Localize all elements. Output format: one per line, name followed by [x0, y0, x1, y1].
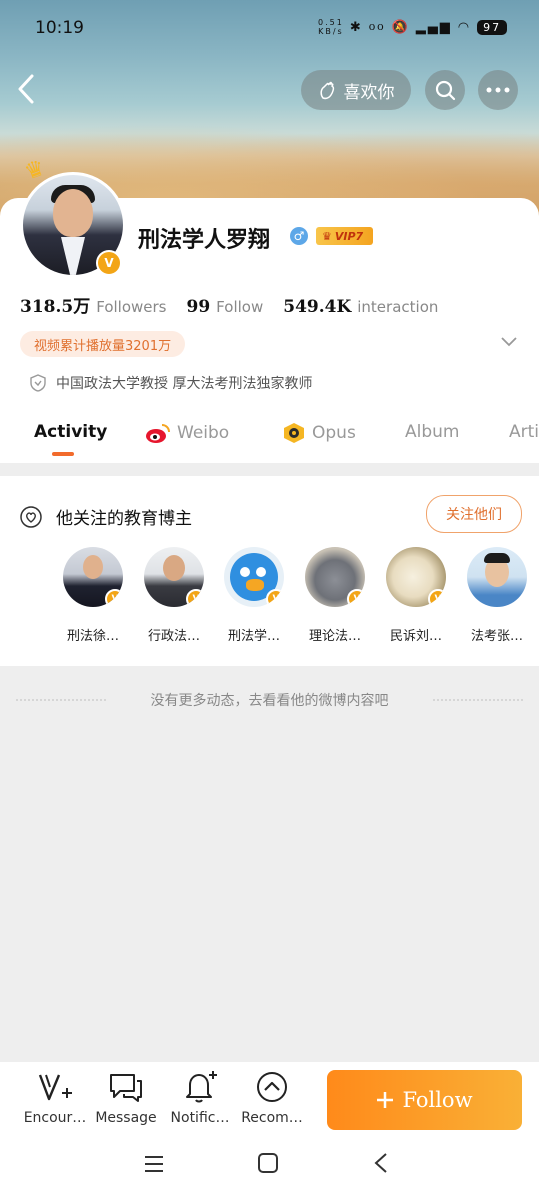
status-time: 10:19 — [35, 18, 84, 38]
follow-all-button[interactable]: 关注他们 — [426, 495, 522, 533]
crown-small-icon: ♛ — [322, 229, 332, 243]
back-nav-button[interactable] — [372, 1152, 390, 1180]
profile-tabs: Activity Weibo Opus Album Arti — [0, 416, 539, 456]
weibo-icon — [146, 424, 170, 443]
profile-stats: 318.5万 Followers 99 Follow 549.4K interacti… — [20, 292, 438, 317]
video-plays-badge: 视频累计播放量3201万 — [20, 331, 186, 357]
hand-wave-icon — [319, 81, 334, 100]
recommend-icon — [257, 1072, 287, 1102]
follow-button[interactable]: Follow — [327, 1070, 522, 1130]
back-nav-icon — [374, 1153, 387, 1173]
male-icon: ♂ — [290, 227, 308, 245]
tab-activity[interactable]: Activity — [34, 422, 107, 442]
expand-chevron-icon[interactable] — [500, 332, 518, 353]
menu-nav-button[interactable] — [143, 1152, 165, 1180]
recommended-avatar-1[interactable]: V — [63, 547, 123, 607]
verified-badge-icon: V — [96, 250, 122, 276]
recommended-name-1[interactable]: 刑法徐… — [56, 625, 130, 644]
menu-icon — [145, 1156, 163, 1172]
verified-badge-icon: V — [186, 589, 204, 607]
search-button[interactable] — [425, 70, 465, 110]
profile-bio: 中国政法大学教授 厚大法考刑法独家教师 — [30, 373, 312, 393]
status-bar: 10:19 0.51 KB/s ✱ ᧐᧐ 🔕 ▂▄▆ ◠ 97 — [0, 0, 539, 60]
verified-badge-icon: V — [347, 589, 365, 607]
recommended-avatar-4[interactable]: V — [305, 547, 365, 607]
shield-icon — [30, 374, 46, 392]
battery-icon: 97 — [477, 19, 508, 35]
interaction-stat[interactable]: 549.4K interaction — [283, 297, 438, 317]
verified-badge-icon: V — [105, 589, 123, 607]
back-button[interactable] — [14, 72, 42, 108]
active-tab-indicator — [52, 452, 74, 456]
tab-opus[interactable]: Opus — [282, 422, 356, 444]
tab-album[interactable]: Album — [405, 422, 459, 442]
recommended-name-6[interactable]: 法考张… — [460, 625, 534, 644]
earbuds-icon: ᧐᧐ — [368, 19, 386, 34]
opus-icon — [284, 423, 304, 443]
plus-icon — [377, 1092, 394, 1108]
recommended-name-3[interactable]: 刑法学… — [217, 625, 291, 644]
encourage-button[interactable]: Encour… — [15, 1068, 95, 1126]
bluetooth-icon: ✱ — [349, 19, 363, 35]
recommended-avatar-2[interactable]: V — [144, 547, 204, 607]
signal-icon: ▂▄▆ — [415, 19, 452, 35]
status-icons: 0.51 KB/s ✱ ᧐᧐ 🔕 ▂▄▆ ◠ 97 — [318, 18, 508, 36]
more-icon — [486, 87, 510, 93]
more-options-button[interactable] — [478, 70, 518, 110]
tab-articles[interactable]: Arti — [509, 422, 539, 442]
divider-right — [433, 699, 523, 701]
message-button[interactable]: Message — [86, 1068, 166, 1126]
recommended-name-2[interactable]: 行政法… — [137, 625, 211, 644]
notification-button[interactable]: Notific… — [160, 1068, 240, 1126]
search-icon — [435, 80, 456, 101]
profile-name: 刑法学人罗翔 — [138, 227, 271, 253]
followers-stat[interactable]: 318.5万 Followers — [20, 292, 167, 317]
recommend-button[interactable]: Recom… — [232, 1068, 312, 1126]
verified-badge-icon: V — [266, 589, 284, 607]
home-nav-button[interactable] — [257, 1152, 279, 1180]
notification-icon — [186, 1071, 217, 1103]
tab-weibo[interactable]: Weibo — [145, 422, 229, 444]
mute-icon: 🔕 — [391, 19, 410, 35]
heart-icon — [20, 505, 42, 528]
like-you-button[interactable]: 喜欢你 — [301, 70, 411, 110]
like-you-label: 喜欢你 — [343, 82, 395, 103]
verified-badge-icon: V — [428, 589, 446, 607]
back-arrow-icon — [18, 74, 34, 104]
vip-badge[interactable]: ♛ VIP7 — [316, 227, 374, 245]
message-icon — [110, 1074, 142, 1102]
recommended-avatar-6[interactable] — [467, 547, 527, 607]
wifi-icon: ◠ — [457, 19, 472, 35]
encourage-icon — [38, 1074, 72, 1101]
home-square-icon — [258, 1153, 278, 1173]
net-speed: 0.51 KB/s — [318, 18, 344, 36]
recommended-avatar-5[interactable]: V — [386, 547, 446, 607]
recommended-name-5[interactable]: 民诉刘… — [379, 625, 453, 644]
recommended-avatar-3[interactable]: V — [224, 547, 284, 607]
recommended-name-4[interactable]: 理论法… — [298, 625, 372, 644]
recommended-title: 他关注的教育博主 — [20, 504, 192, 529]
following-stat[interactable]: 99 Follow — [187, 297, 264, 317]
